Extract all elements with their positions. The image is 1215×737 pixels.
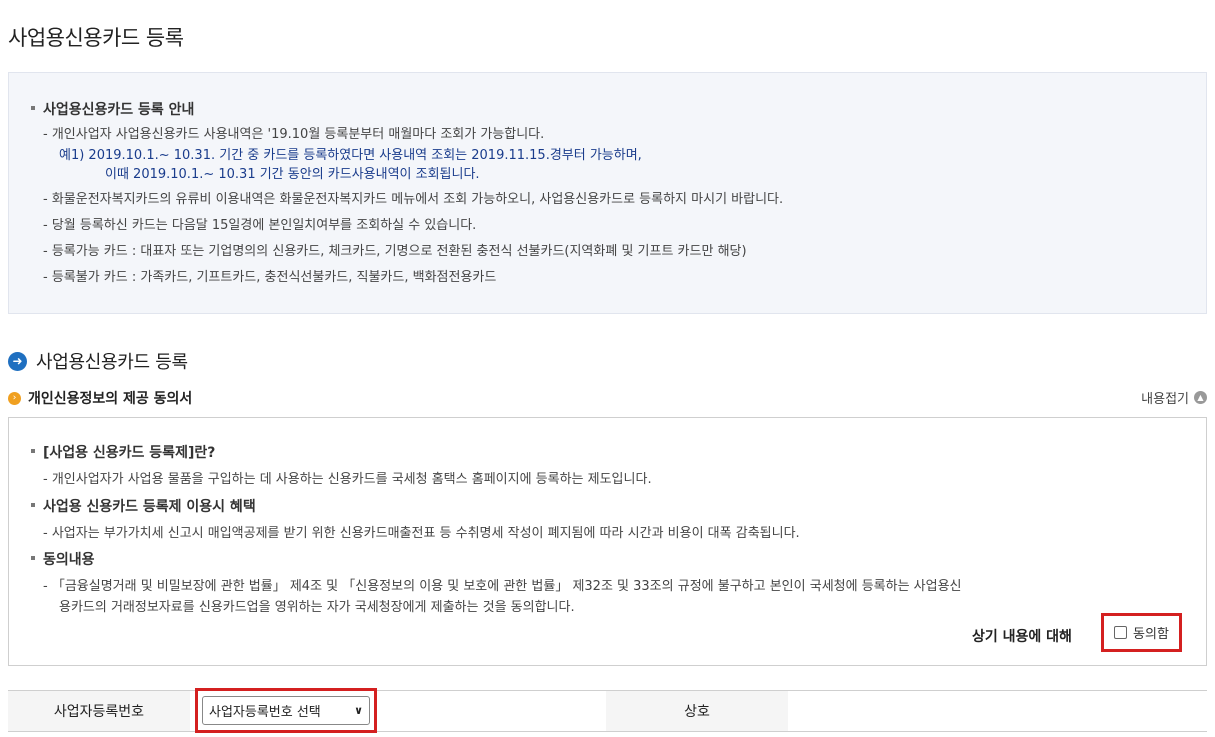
collapse-content-button[interactable]: 내용접기 ▲: [1141, 388, 1207, 407]
notice-line-example-cont: 이때 2019.10.1.~ 10.31 기간 동안의 카드사용내역이 조회됩니…: [105, 167, 480, 182]
section-title: ➜ 사업용신용카드 등록: [8, 350, 188, 373]
agree-checkbox-label[interactable]: 동의함: [1133, 623, 1169, 642]
agree-prompt: 상기 내용에 대해: [972, 629, 1072, 645]
consent-desc-3: - 「금융실명거래 및 비밀보장에 관한 법률」 제4조 및 「신용정보의 이용…: [43, 579, 962, 594]
agree-checkbox[interactable]: [1114, 626, 1128, 639]
square-bullet-icon: [31, 503, 35, 507]
consent-content-box: [사업용 신용카드 등록제]란? - 개인사업자가 사업용 물품을 구입하는 데…: [8, 417, 1207, 666]
consent-heading-3: 동의내용: [31, 549, 95, 569]
notice-line-example: 예1) 2019.10.1.~ 10.31. 기간 중 카드를 등록하였다면 사…: [59, 148, 642, 163]
biz-no-label: 사업자등록번호: [8, 691, 190, 731]
business-info-row: 사업자등록번호 사업자등록번호 선택 ∨ 상호: [8, 688, 1207, 733]
registration-notice-box: 사업용신용카드 등록 안내 - 개인사업자 사업용신용카드 사용내역은 '19.…: [8, 72, 1207, 314]
square-bullet-icon: [31, 106, 35, 110]
notice-line-3: - 당월 등록하신 카드는 다음달 15일경에 본인일치여부를 조회하실 수 있…: [43, 218, 477, 233]
consent-desc-2: - 사업자는 부가가치세 신고시 매입액공제를 받기 위한 신용카드매출전표 등…: [43, 526, 800, 541]
chevron-down-icon: ∨: [354, 704, 363, 717]
arrow-right-circle-icon: ➜: [8, 351, 27, 371]
notice-line-5: - 등록불가 카드 : 가족카드, 기프트카드, 충전식선불카드, 직불카드, …: [43, 270, 497, 285]
notice-heading: 사업용신용카드 등록 안내: [31, 99, 194, 119]
consent-heading-2: 사업용 신용카드 등록제 이용시 혜택: [31, 496, 256, 516]
page-title: 사업용신용카드 등록: [8, 26, 184, 50]
notice-line-1: - 개인사업자 사업용신용카드 사용내역은 '19.10월 등록분부터 매월마다…: [43, 127, 545, 142]
biz-no-select[interactable]: 사업자등록번호 선택 ∨: [202, 696, 370, 725]
biz-no-select-highlight: 사업자등록번호 선택 ∨: [195, 688, 377, 733]
notice-line-4: - 등록가능 카드 : 대표자 또는 기업명의의 신용카드, 체크카드, 기명으…: [43, 244, 747, 259]
chevron-right-circle-icon: ›: [8, 391, 21, 405]
consent-desc-1: - 개인사업자가 사업용 물품을 구입하는 데 사용하는 신용카드를 국세청 홈…: [43, 472, 652, 487]
consent-desc-3-cont: 용카드의 거래정보자료를 신용카드업을 영위하는 자가 국세청장에게 제출하는 …: [59, 600, 575, 615]
trade-name-label: 상호: [606, 691, 788, 731]
notice-line-2: - 화물운전자복지카드의 유류비 이용내역은 화물운전자복지카드 메뉴에서 조회…: [43, 192, 784, 207]
consent-heading-1: [사업용 신용카드 등록제]란?: [31, 442, 215, 462]
agree-checkbox-highlight[interactable]: 동의함: [1101, 613, 1182, 652]
square-bullet-icon: [31, 556, 35, 560]
consent-title: › 개인신용정보의 제공 동의서: [8, 388, 192, 408]
square-bullet-icon: [31, 449, 35, 453]
chevron-up-circle-icon: ▲: [1194, 391, 1207, 404]
